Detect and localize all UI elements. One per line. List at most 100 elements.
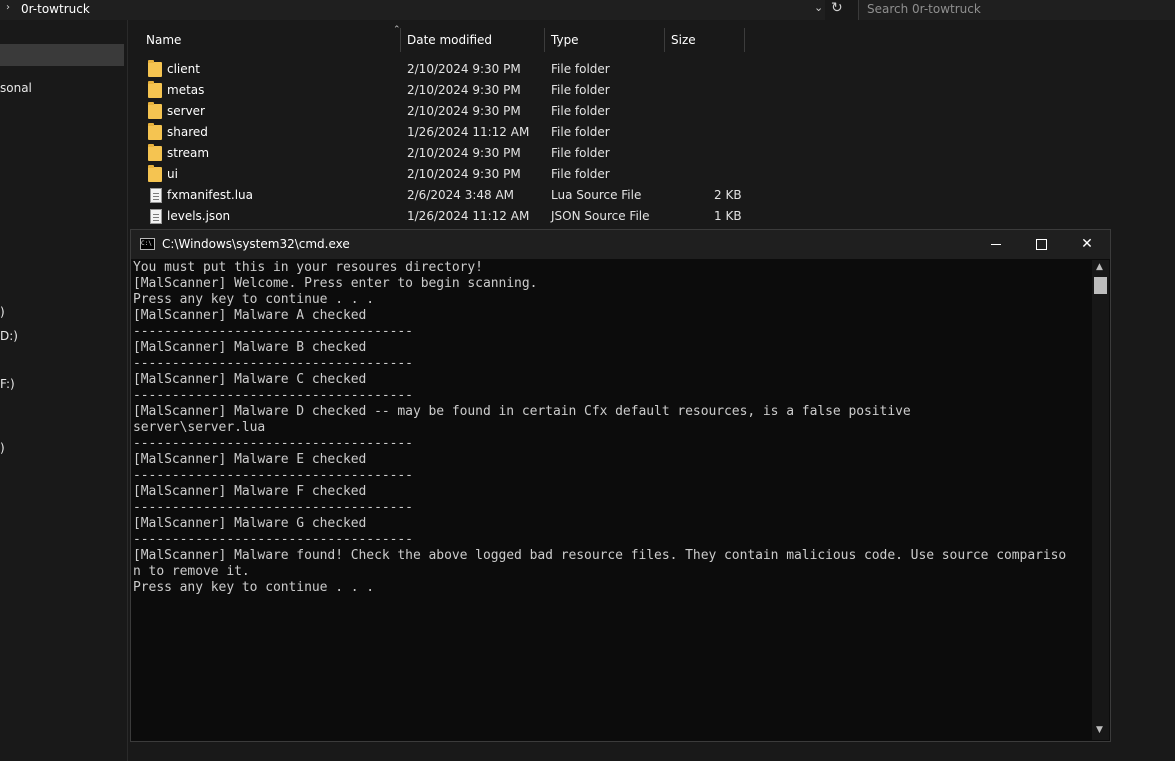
cmd-icon: C:\ <box>140 238 155 250</box>
console-line: [MalScanner] Malware C checked <box>133 372 367 387</box>
close-icon: ✕ <box>1081 236 1093 252</box>
console-line: ------------------------------------ <box>133 356 413 371</box>
console-line: [MalScanner] Malware G checked <box>133 516 367 531</box>
search-input[interactable]: Search 0r-towtruck <box>858 0 1175 20</box>
file-date: 2/10/2024 9:30 PM <box>407 83 521 97</box>
cmd-window: C:\ C:\Windows\system32\cmd.exe ✕ You mu… <box>130 229 1111 742</box>
console-line: server\server.lua <box>133 420 266 435</box>
navigation-pane: sonal ) D:) F:) ) <box>0 20 127 761</box>
file-name: ui <box>167 167 178 181</box>
file-type: File folder <box>551 83 610 97</box>
window-title: C:\Windows\system32\cmd.exe <box>162 237 350 251</box>
file-size: 1 KB <box>714 209 742 223</box>
file-row[interactable]: stream 2/10/2024 9:30 PM File folder <box>128 144 768 165</box>
console-line: Press any key to continue . . . <box>133 580 375 595</box>
document-icon <box>150 209 162 224</box>
file-date: 2/10/2024 9:30 PM <box>407 167 521 181</box>
address-box[interactable]: › 0r-towtruck ⌄ <box>0 0 825 21</box>
file-name: metas <box>167 83 205 97</box>
console-line: ------------------------------------ <box>133 468 413 483</box>
console-line: ------------------------------------ <box>133 436 413 451</box>
folder-icon <box>148 102 162 119</box>
file-row[interactable]: server 2/10/2024 9:30 PM File folder <box>128 102 768 123</box>
maximize-button[interactable] <box>1018 230 1064 259</box>
file-row[interactable]: levels.json 1/26/2024 11:12 AM JSON Sour… <box>128 207 768 228</box>
chevron-down-icon[interactable]: ⌄ <box>814 1 823 14</box>
folder-icon <box>148 165 162 182</box>
file-name: client <box>167 62 200 76</box>
minimize-button[interactable] <box>973 230 1019 259</box>
file-date: 1/26/2024 11:12 AM <box>407 209 530 223</box>
close-button[interactable]: ✕ <box>1064 230 1110 259</box>
file-date: 2/10/2024 9:30 PM <box>407 62 521 76</box>
console-line: [MalScanner] Malware B checked <box>133 340 367 355</box>
column-header-type[interactable]: Type <box>551 33 579 47</box>
folder-icon <box>148 81 162 98</box>
file-name: levels.json <box>167 209 231 223</box>
console-line: [MalScanner] Malware A checked <box>133 308 367 323</box>
console-line: [MalScanner] Malware F checked <box>133 484 367 499</box>
file-type: File folder <box>551 62 610 76</box>
explorer-address-bar: › 0r-towtruck ⌄ ↻ Search 0r-towtruck <box>0 0 1175 21</box>
file-type: File folder <box>551 146 610 160</box>
file-type: Lua Source File <box>551 188 642 202</box>
file-type: JSON Source File <box>551 209 650 223</box>
nav-item-fragment[interactable]: F:) <box>0 377 15 391</box>
file-row[interactable]: fxmanifest.lua 2/6/2024 3:48 AM Lua Sour… <box>128 186 768 207</box>
nav-item-fragment[interactable]: ) <box>0 441 5 455</box>
folder-icon <box>148 144 162 161</box>
column-header-date[interactable]: Date modified <box>407 33 492 47</box>
column-separator[interactable] <box>744 28 745 52</box>
column-separator[interactable] <box>400 28 401 52</box>
console-line: ------------------------------------ <box>133 500 413 515</box>
minimize-icon <box>991 243 1001 245</box>
file-row[interactable]: metas 2/10/2024 9:30 PM File folder <box>128 81 768 102</box>
column-separator[interactable] <box>664 28 665 52</box>
console-line: ------------------------------------ <box>133 324 413 339</box>
file-row[interactable]: client 2/10/2024 9:30 PM File folder <box>128 60 768 81</box>
file-name: stream <box>167 146 210 160</box>
nav-item-fragment[interactable]: sonal <box>0 81 32 95</box>
console-line: You must put this in your resoures direc… <box>133 260 483 275</box>
file-type: File folder <box>551 104 610 118</box>
console-text: You must put this in your resoures direc… <box>133 260 1091 596</box>
chevron-right-icon[interactable]: › <box>6 2 10 13</box>
refresh-icon[interactable]: ↻ <box>831 0 843 16</box>
column-separator[interactable] <box>544 28 545 52</box>
column-header-size[interactable]: Size <box>671 33 696 47</box>
file-row[interactable]: shared 1/26/2024 11:12 AM File folder <box>128 123 768 144</box>
search-placeholder: Search 0r-towtruck <box>867 2 981 16</box>
console-line: ------------------------------------ <box>133 388 413 403</box>
console-line: [MalScanner] Malware found! Check the ab… <box>133 548 1067 563</box>
file-type: File folder <box>551 167 610 181</box>
file-size: 2 KB <box>714 188 742 202</box>
file-date: 2/6/2024 3:48 AM <box>407 188 515 202</box>
console-output[interactable]: You must put this in your resoures direc… <box>133 260 1091 738</box>
file-name: shared <box>167 125 208 139</box>
console-line: [MalScanner] Welcome. Press enter to beg… <box>133 276 538 291</box>
file-date: 1/26/2024 11:12 AM <box>407 125 530 139</box>
file-name: fxmanifest.lua <box>167 188 253 202</box>
scrollbar-thumb[interactable] <box>1094 277 1107 294</box>
nav-item-fragment[interactable]: ) <box>0 305 5 319</box>
nav-selected-item[interactable] <box>0 44 124 66</box>
file-row[interactable]: ui 2/10/2024 9:30 PM File folder <box>128 165 768 186</box>
console-line: Press any key to continue . . . <box>133 292 375 307</box>
folder-icon <box>148 123 162 140</box>
file-name: server <box>167 104 205 118</box>
vertical-scrollbar[interactable]: ▲ ▼ <box>1092 260 1109 740</box>
console-line: [MalScanner] Malware E checked <box>133 452 367 467</box>
file-date: 2/10/2024 9:30 PM <box>407 146 521 160</box>
console-line: n to remove it. <box>133 564 250 579</box>
nav-item-fragment[interactable]: D:) <box>0 329 18 343</box>
cmd-titlebar[interactable]: C:\ C:\Windows\system32\cmd.exe ✕ <box>131 230 1110 259</box>
column-header-name[interactable]: Name <box>146 33 181 47</box>
console-line: ------------------------------------ <box>133 532 413 547</box>
file-type: File folder <box>551 125 610 139</box>
scroll-up-icon[interactable]: ▲ <box>1096 262 1103 272</box>
document-icon <box>150 188 162 203</box>
folder-icon <box>148 60 162 77</box>
address-path[interactable]: 0r-towtruck <box>21 2 90 16</box>
scroll-down-icon[interactable]: ▼ <box>1096 725 1103 735</box>
maximize-icon <box>1035 238 1047 250</box>
